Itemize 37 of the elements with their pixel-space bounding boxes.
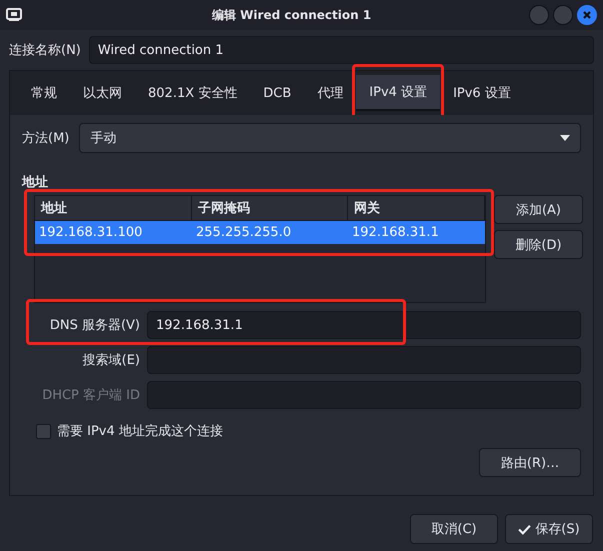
window-title: 编辑 Wired connection 1 [212, 6, 372, 24]
dropdown-arrow-icon [560, 135, 570, 141]
table-row[interactable]: 192.168.31.100 255.255.255.0 192.168.31.1 [35, 221, 485, 244]
input-field[interactable] [147, 346, 581, 374]
field-label: 方法(M) [22, 130, 70, 147]
close-icon [582, 10, 592, 20]
tab[interactable]: IPv4 设置 [356, 75, 440, 111]
input-field[interactable]: 192.168.31.1 [147, 311, 581, 339]
table-cell-text: 192.168.31.1 [351, 224, 440, 242]
field-label: 连接名称(N) [9, 42, 81, 59]
table-cell-text: 192.168.31.100 [38, 224, 144, 242]
field-label: DHCP 客户端 ID [41, 387, 140, 404]
routes-button[interactable]: 路由(R)… [479, 448, 581, 477]
tab[interactable]: 常规 [18, 76, 70, 110]
column-header[interactable]: 网关 [348, 196, 485, 221]
check-icon [518, 524, 532, 534]
column-header[interactable]: 地址 [35, 196, 192, 221]
checkbox[interactable] [36, 424, 51, 438]
table-action-button[interactable]: 删除(D) [494, 230, 583, 259]
tab[interactable]: 802.1X 安全性 [135, 76, 250, 110]
table-action-button[interactable]: 添加(A) [494, 195, 583, 224]
checkbox-label: 需要 IPv4 地址完成这个连接 [57, 423, 223, 440]
field-label: 搜索域(E) [82, 352, 140, 369]
tab[interactable]: DCB [250, 78, 304, 108]
column-header[interactable]: 子网掩码 [192, 196, 348, 221]
connection-name-field[interactable]: Wired connection 1 [88, 36, 594, 64]
cancel-button[interactable]: 取消(C) [410, 514, 498, 544]
tab[interactable]: 代理 [304, 76, 356, 110]
close-button[interactable] [577, 5, 597, 25]
section-heading: 地址 [22, 174, 49, 191]
minimize-button[interactable] [529, 5, 549, 25]
tab[interactable]: IPv6 设置 [440, 76, 524, 110]
method-dropdown[interactable]: 手动 [79, 123, 581, 153]
table-cell-text: 255.255.255.0 [195, 224, 292, 242]
tab[interactable]: 以太网 [70, 76, 135, 110]
field-label: DNS 服务器(V) [48, 317, 140, 334]
save-button[interactable]: 保存(S) [505, 514, 593, 544]
